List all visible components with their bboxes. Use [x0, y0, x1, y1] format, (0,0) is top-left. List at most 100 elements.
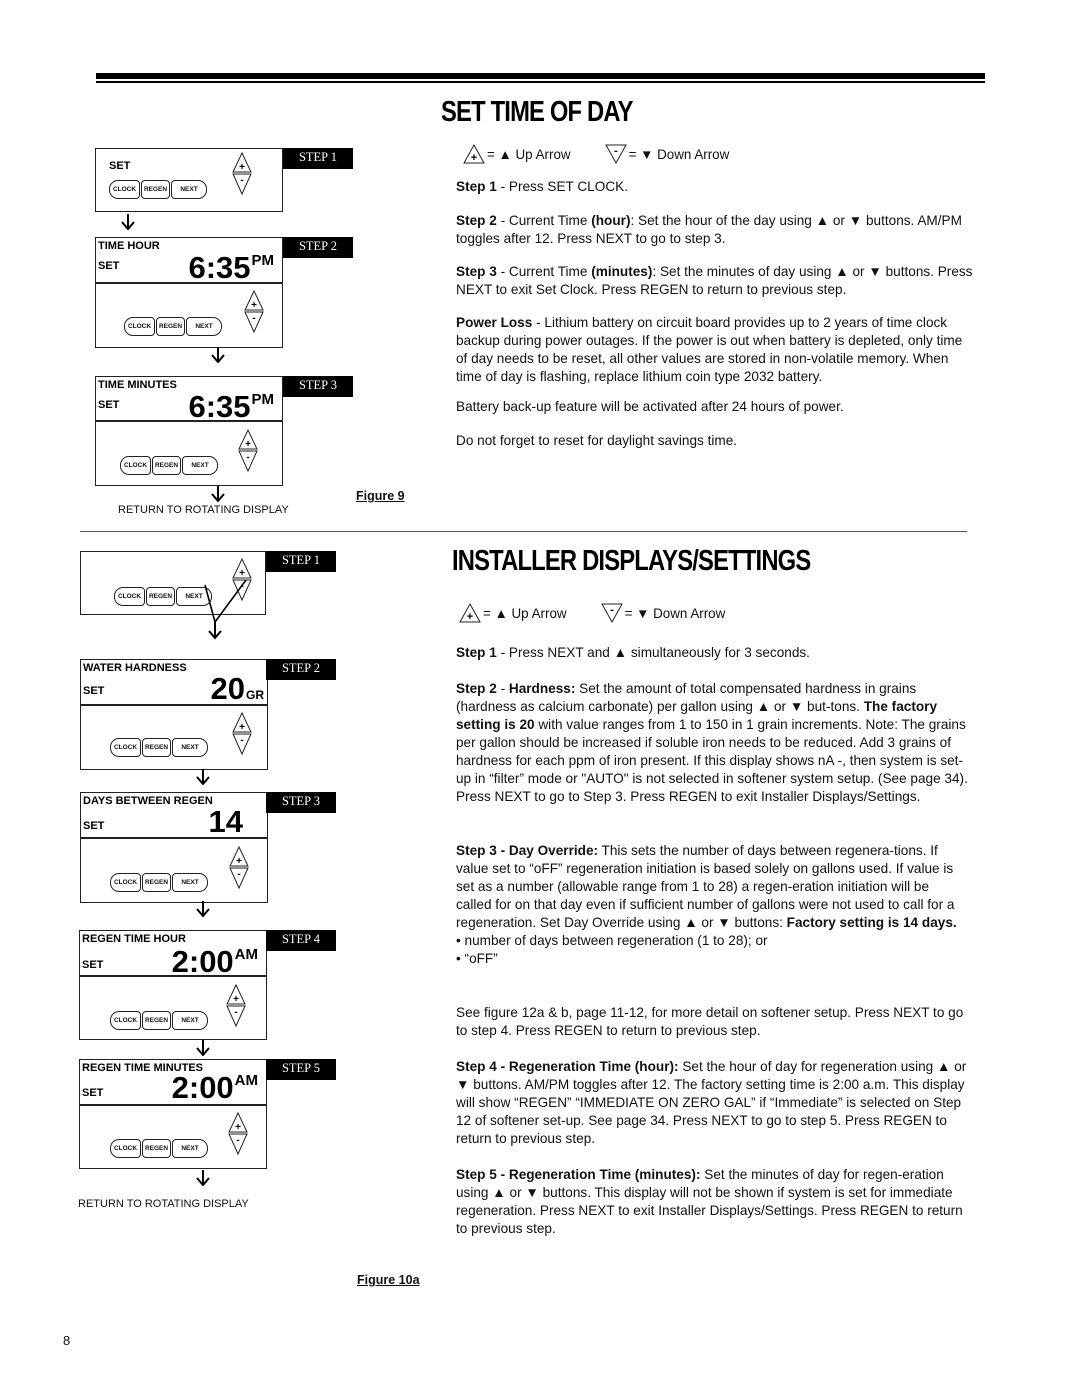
- regen-button[interactable]: REGEN: [146, 587, 175, 606]
- down-arrow-button[interactable]: -: [232, 733, 252, 756]
- up-arrow-button[interactable]: +: [228, 1112, 248, 1133]
- regen-button[interactable]: REGEN: [142, 738, 171, 757]
- clock-button[interactable]: CLOCK: [110, 873, 141, 892]
- panel-title-label: WATER HARDNESS: [83, 662, 187, 674]
- clock-button[interactable]: CLOCK: [110, 738, 141, 757]
- list-item: • number of days between regeneration (1…: [456, 933, 768, 948]
- return-to-rotating-display: RETURN TO ROTATING DISPLAY: [78, 1198, 249, 1210]
- section-divider: [80, 531, 967, 532]
- installer-step4: Step 4 - Regeneration Time (hour): Set t…: [456, 1058, 968, 1148]
- arrow-legend: + = ▲ Up Arrow - = ▼ Down Arrow: [463, 144, 763, 164]
- svg-text:-: -: [237, 869, 240, 880]
- combined-press-lines-icon: [204, 580, 247, 640]
- panel-divider: [96, 420, 282, 422]
- flow-down-arrow-icon: [196, 1170, 210, 1186]
- display-time: 2:00: [171, 944, 234, 979]
- up-down-arrow-buttons[interactable]: + -: [238, 429, 258, 473]
- installer-step5: Step 5 - Regeneration Time (minutes): Se…: [456, 1166, 968, 1238]
- down-arrow-button[interactable]: -: [232, 173, 252, 196]
- flow-down-arrow-icon: [196, 901, 210, 917]
- step-bold: Step 3 - Day Override:: [456, 843, 599, 858]
- down-arrow-button[interactable]: -: [244, 311, 264, 334]
- next-button[interactable]: NEXT: [171, 180, 207, 199]
- step-tag: STEP 1: [283, 148, 353, 169]
- power-loss-paragraph: Power Loss - Lithium battery on circuit …: [456, 314, 976, 386]
- regen-button[interactable]: REGEN: [141, 180, 170, 199]
- page-number: 8: [63, 1333, 71, 1348]
- up-arrow-button[interactable]: +: [229, 846, 249, 867]
- up-arrow-plus-icon: +: [463, 144, 485, 164]
- step-bold: Step 5 - Regeneration Time (minutes):: [456, 1167, 701, 1182]
- down-arrow-button[interactable]: -: [226, 1005, 246, 1028]
- clock-button[interactable]: CLOCK: [110, 1011, 141, 1030]
- legend-down-label: = ▼ Down Arrow: [628, 146, 730, 162]
- regen-button[interactable]: REGEN: [142, 1011, 171, 1030]
- svg-text:-: -: [234, 1007, 237, 1018]
- panel-button-row: CLOCK REGEN NEXT: [110, 1139, 209, 1158]
- regen-button[interactable]: REGEN: [142, 873, 171, 892]
- up-down-arrow-buttons[interactable]: + -: [232, 152, 252, 196]
- next-button[interactable]: NEXT: [172, 873, 208, 892]
- arrow-legend: + = ▲ Up Arrow - = ▼ Down Arrow: [459, 603, 759, 623]
- step-tag: STEP 5: [266, 1059, 336, 1080]
- day-override-options: • number of days between regeneration (1…: [456, 932, 968, 968]
- up-arrow-button[interactable]: +: [238, 429, 258, 450]
- panel-button-row: CLOCK REGEN NEXT: [109, 180, 208, 199]
- panel-button-row: CLOCK REGEN NEXT: [110, 873, 209, 892]
- legend-up: + = ▲ Up Arrow: [463, 144, 571, 164]
- next-button[interactable]: NEXT: [172, 738, 208, 757]
- svg-text:+: +: [239, 722, 245, 733]
- next-button[interactable]: NEXT: [172, 1139, 208, 1158]
- svg-text:+: +: [236, 856, 242, 867]
- svg-text:-: -: [240, 175, 243, 186]
- down-arrow-button[interactable]: -: [228, 1133, 248, 1156]
- panel-display-value: 20GR: [211, 673, 264, 704]
- next-button[interactable]: NEXT: [186, 317, 222, 336]
- up-arrow-plus-icon: +: [459, 603, 481, 623]
- step-tag: STEP 2: [283, 237, 353, 258]
- clock-button[interactable]: CLOCK: [114, 587, 145, 606]
- set-time-step1: Step 1 - Press SET CLOCK.: [456, 178, 976, 196]
- next-button[interactable]: NEXT: [172, 1011, 208, 1030]
- up-arrow-button[interactable]: +: [244, 290, 264, 311]
- installer-step2: Step 2 - Hardness: Set the amount of tot…: [456, 680, 968, 806]
- clock-button[interactable]: CLOCK: [124, 317, 155, 336]
- regen-button[interactable]: REGEN: [152, 456, 181, 475]
- panel-display-value: 2:00AM: [172, 1072, 258, 1103]
- fig10a-panel-step2: WATER HARDNESS SET 20GR CLOCK REGEN NEXT…: [80, 659, 268, 770]
- up-down-arrow-buttons[interactable]: + -: [229, 846, 249, 890]
- clock-button[interactable]: CLOCK: [110, 1139, 141, 1158]
- step-bold: Step 4 - Regeneration Time (hour):: [456, 1059, 679, 1074]
- down-arrow-button[interactable]: -: [229, 867, 249, 890]
- up-down-arrow-buttons[interactable]: + -: [244, 290, 264, 334]
- fig10a-panel-step3: DAYS BETWEEN REGEN SET 14 CLOCK REGEN NE…: [80, 792, 268, 903]
- next-button[interactable]: NEXT: [182, 456, 218, 475]
- up-down-arrow-buttons[interactable]: + -: [226, 984, 246, 1028]
- fig10a-panel-step5: REGEN TIME MINUTES SET 2:00AM CLOCK REGE…: [79, 1059, 267, 1169]
- up-arrow-button[interactable]: +: [232, 712, 252, 733]
- installer-step1: Step 1 - Press NEXT and ▲ simultaneously…: [456, 644, 976, 662]
- clock-button[interactable]: CLOCK: [120, 456, 151, 475]
- top-rule-thin: [96, 81, 985, 83]
- up-down-arrow-buttons[interactable]: + -: [232, 712, 252, 756]
- step-text: -: [496, 681, 509, 696]
- power-loss-text: - Lithium battery on circuit board provi…: [456, 315, 963, 384]
- legend-up-label: = ▲ Up Arrow: [483, 605, 567, 621]
- down-arrow-minus-icon: -: [600, 603, 623, 623]
- regen-button[interactable]: REGEN: [142, 1139, 171, 1158]
- panel-display-value: 14: [208, 804, 243, 839]
- step-text: - Current Time: [496, 264, 592, 279]
- up-down-arrow-buttons[interactable]: + -: [228, 1112, 248, 1156]
- clock-button[interactable]: CLOCK: [109, 180, 140, 199]
- installer-step3: Step 3 - Day Override: This sets the num…: [456, 842, 968, 968]
- up-arrow-button[interactable]: +: [226, 984, 246, 1005]
- regen-button[interactable]: REGEN: [156, 317, 185, 336]
- step-tag: STEP 4: [266, 930, 336, 951]
- panel-divider: [81, 704, 267, 706]
- up-arrow-button[interactable]: +: [232, 152, 252, 173]
- step-tag: STEP 1: [266, 551, 336, 572]
- svg-text:+: +: [471, 152, 477, 164]
- down-arrow-button[interactable]: -: [238, 450, 258, 473]
- power-loss-label: Power Loss: [456, 315, 533, 330]
- up-arrow-button[interactable]: +: [232, 558, 252, 579]
